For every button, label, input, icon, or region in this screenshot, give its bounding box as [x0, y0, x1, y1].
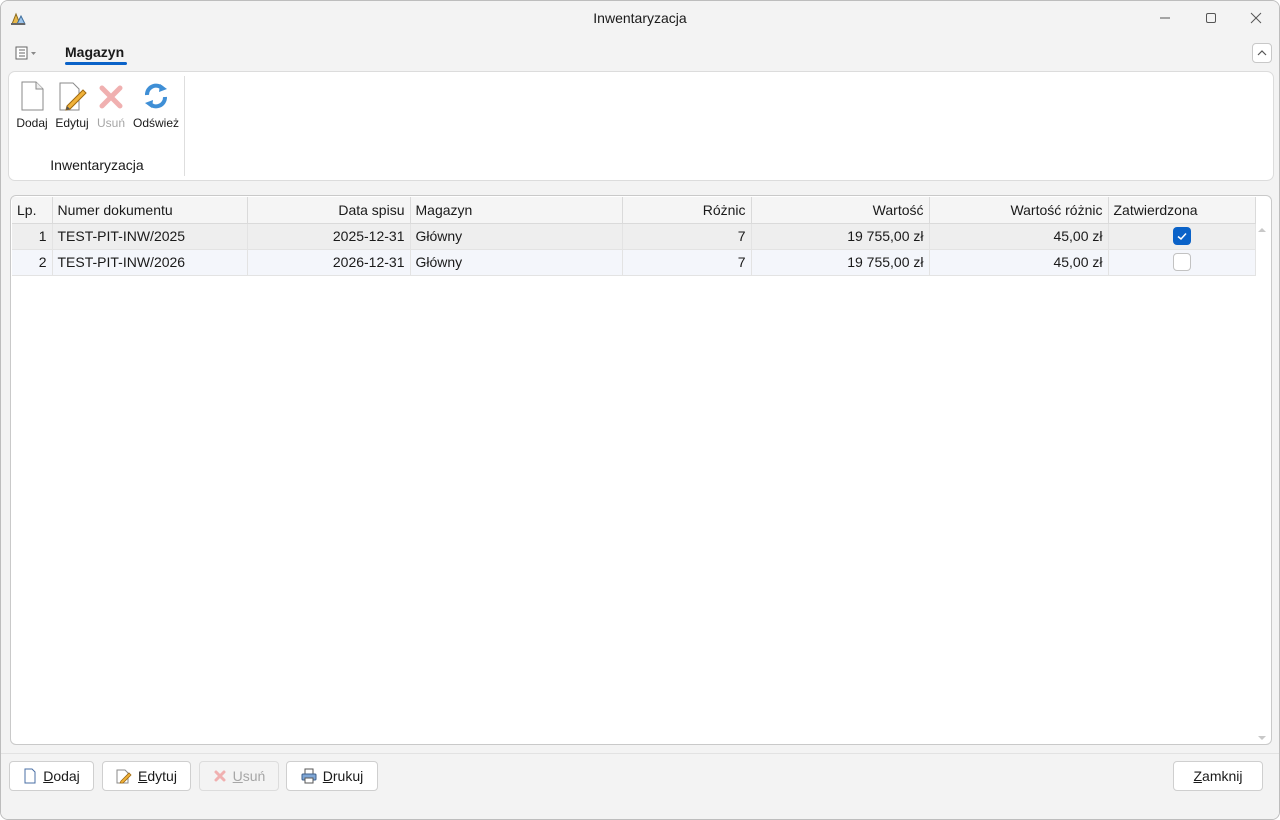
- maximize-icon: [1206, 13, 1216, 23]
- minimize-icon: [1160, 17, 1170, 19]
- window-title: Inwentaryzacja: [593, 10, 687, 26]
- print-button-label: Drukuj: [322, 768, 364, 784]
- add-button[interactable]: Dodaj: [9, 761, 94, 791]
- new-document-icon: [21, 81, 44, 111]
- delete-icon: [99, 85, 123, 109]
- tab-magazyn[interactable]: Magazyn: [65, 44, 124, 60]
- cell-wartosc: 19 755,00 zł: [751, 223, 930, 250]
- column-header-lp[interactable]: Lp.: [12, 197, 53, 224]
- edit-document-icon: [116, 769, 132, 784]
- approved-checkbox[interactable]: [1172, 227, 1191, 246]
- edit-button-label: Edytuj: [138, 768, 177, 784]
- column-header-data[interactable]: Data spisu: [247, 197, 411, 224]
- minimize-button[interactable]: [1142, 1, 1188, 35]
- cell-wartosc-roznic: 45,00 zł: [929, 223, 1109, 250]
- ribbon-edit-button[interactable]: Edytuj: [54, 80, 90, 136]
- new-document-icon: [24, 768, 36, 784]
- print-button[interactable]: Drukuj: [286, 761, 378, 791]
- add-button-label: Dodaj: [43, 768, 80, 784]
- ribbon-tab-bar: Magazyn: [1, 37, 1279, 69]
- ribbon-add-button[interactable]: Dodaj: [15, 80, 49, 136]
- inventory-table: Lp. Numer dokumentu Data spisu Magazyn R…: [12, 197, 1256, 276]
- table-header-row: Lp. Numer dokumentu Data spisu Magazyn R…: [12, 197, 1256, 224]
- ribbon-menu-icon[interactable]: [13, 45, 39, 61]
- edit-button[interactable]: Edytuj: [102, 761, 191, 791]
- cell-wartosc-roznic: 45,00 zł: [929, 249, 1109, 276]
- cell-magazyn: Główny: [410, 249, 623, 276]
- printer-icon: [301, 768, 317, 784]
- chevron-up-icon: [1257, 50, 1267, 56]
- cell-numer: TEST-PIT-INW/2026: [52, 249, 248, 276]
- cell-wartosc: 19 755,00 zł: [751, 249, 930, 276]
- column-header-roznic[interactable]: Różnic: [622, 197, 752, 224]
- cell-magazyn: Główny: [410, 223, 623, 250]
- column-header-magazyn[interactable]: Magazyn: [410, 197, 623, 224]
- active-tab-indicator: [65, 62, 127, 65]
- maximize-button[interactable]: [1188, 1, 1234, 35]
- title-bar: Inwentaryzacja: [1, 1, 1279, 37]
- ribbon-delete-button[interactable]: Usuń: [95, 80, 127, 136]
- ribbon-refresh-button[interactable]: Odśwież: [133, 80, 179, 136]
- cell-numer: TEST-PIT-INW/2025: [52, 223, 248, 250]
- cell-lp: 1: [12, 223, 53, 250]
- cell-zatwierdzona: [1108, 223, 1256, 250]
- cell-data: 2025-12-31: [247, 223, 411, 250]
- close-button-label: Zamknij: [1193, 768, 1243, 784]
- close-window-button[interactable]: [1233, 1, 1279, 35]
- cell-lp: 2: [12, 249, 53, 276]
- table-row[interactable]: 1 TEST-PIT-INW/2025 2025-12-31 Główny 7 …: [12, 223, 1256, 250]
- refresh-icon: [145, 83, 167, 109]
- column-header-zatwierdzona[interactable]: Zatwierdzona: [1108, 197, 1256, 224]
- cell-data: 2026-12-31: [247, 249, 411, 276]
- delete-icon: [214, 770, 226, 782]
- scroll-up-icon[interactable]: [1257, 226, 1267, 234]
- edit-document-icon: [59, 82, 87, 111]
- column-header-wartosc[interactable]: Wartość: [751, 197, 930, 224]
- approved-checkbox[interactable]: [1172, 253, 1191, 272]
- main-window: Inwentaryzacja Magazyn Dodaj Edytuj Usuń…: [0, 0, 1280, 820]
- delete-button[interactable]: Usuń: [199, 761, 279, 791]
- scroll-down-icon[interactable]: [1257, 734, 1267, 742]
- ribbon-panel: Dodaj Edytuj Usuń Odśwież Inwentaryzacja: [8, 71, 1274, 181]
- collapse-ribbon-button[interactable]: [1252, 43, 1272, 63]
- close-button[interactable]: Zamknij: [1173, 761, 1263, 791]
- cell-roznic: 7: [622, 223, 752, 250]
- ribbon-group-label: Inwentaryzacja: [50, 157, 144, 173]
- table-row[interactable]: 2 TEST-PIT-INW/2026 2026-12-31 Główny 7 …: [12, 249, 1256, 276]
- cell-roznic: 7: [622, 249, 752, 276]
- column-header-wartosc-roznic[interactable]: Wartość różnic: [929, 197, 1109, 224]
- column-header-numer[interactable]: Numer dokumentu: [52, 197, 248, 224]
- delete-button-label: Usuń: [232, 768, 266, 784]
- close-icon: [1250, 12, 1262, 24]
- bottom-action-bar: Dodaj Edytuj Usuń Drukuj Zamknij: [1, 753, 1279, 819]
- cell-zatwierdzona: [1108, 249, 1256, 276]
- ribbon-group-separator: [184, 76, 185, 176]
- checkmark-icon: [1177, 233, 1187, 241]
- inventory-grid: Lp. Numer dokumentu Data spisu Magazyn R…: [10, 195, 1272, 745]
